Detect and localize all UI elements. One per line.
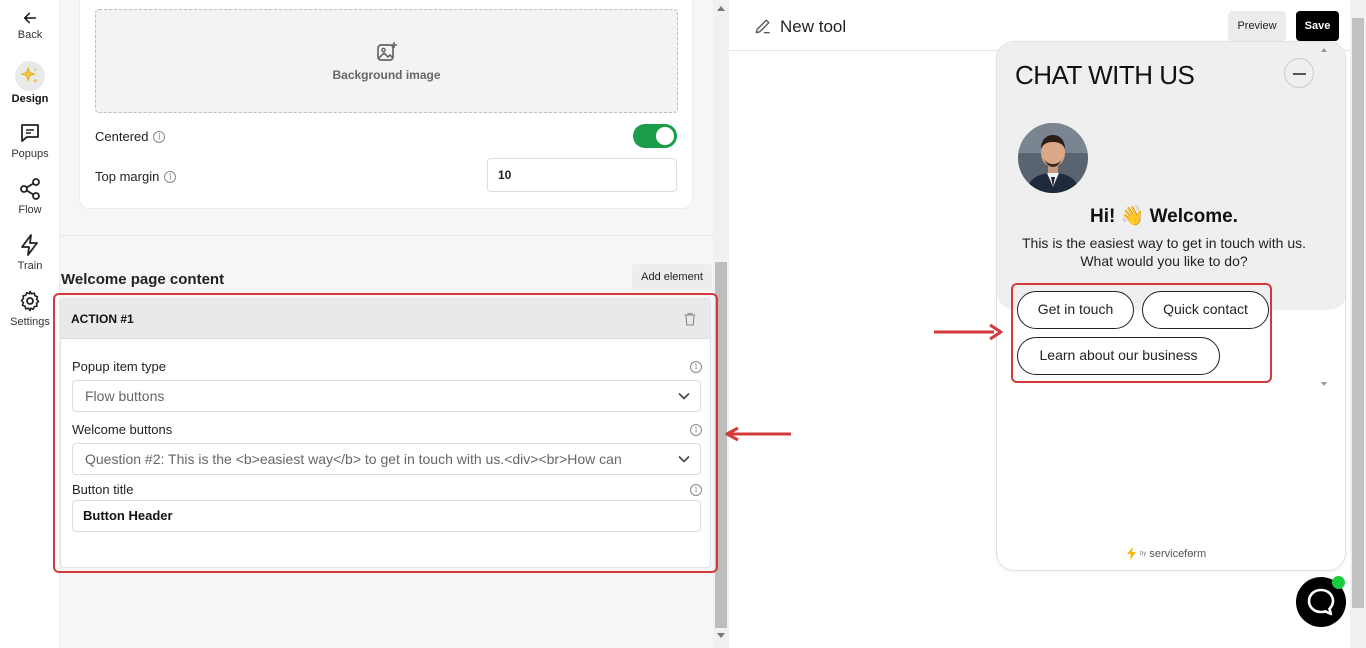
- share-nodes-icon: [20, 178, 40, 200]
- info-icon[interactable]: i: [153, 130, 166, 143]
- info-icon[interactable]: i: [164, 170, 177, 183]
- scroll-up-arrow[interactable]: [717, 6, 725, 11]
- rail-label-popups: Popups: [11, 148, 49, 160]
- rail-label-design: Design: [11, 93, 49, 105]
- welcome-greeting: Hi! 👋 Welcome.: [1090, 206, 1238, 227]
- centered-toggle[interactable]: [633, 124, 677, 148]
- save-button[interactable]: Save: [1296, 11, 1339, 41]
- rail-item-train[interactable]: Train: [0, 233, 60, 272]
- welcome-subtitle: This is the easiest way to get in touch …: [1021, 235, 1307, 269]
- arrow-left-icon: [725, 427, 791, 441]
- tool-name[interactable]: New tool: [780, 17, 846, 37]
- left-rail: Back Design Popups Flow Train Settings: [0, 0, 60, 648]
- background-settings-card: Background image Centered i Top margin i…: [79, 0, 693, 209]
- lightning-icon: [21, 234, 38, 256]
- sparkles-icon: [20, 66, 39, 84]
- widget-scroll-down-arrow[interactable]: [1321, 382, 1327, 386]
- lightning-icon: [1127, 547, 1136, 560]
- background-image-label: Background image: [332, 68, 441, 82]
- agent-photo: [1018, 123, 1088, 193]
- highlight-box-action-card: [53, 293, 718, 573]
- arrow-left-icon: [23, 12, 37, 24]
- background-image-dropzone[interactable]: Background image: [95, 9, 678, 113]
- add-element-button[interactable]: Add element: [632, 264, 712, 290]
- back-label: Back: [17, 29, 43, 41]
- chat-title: CHAT WITH US: [1015, 60, 1195, 90]
- preview-button[interactable]: Preview: [1228, 11, 1286, 41]
- chat-widget-header: CHAT WITH US Hi! 👋 Welcome. This is the …: [997, 42, 1345, 310]
- rail-item-flow[interactable]: Flow: [0, 177, 60, 216]
- online-status-dot: [1332, 576, 1345, 589]
- powered-by-prefix: by: [1140, 550, 1147, 557]
- chat-bubble-icon: [21, 124, 39, 142]
- rail-item-popups[interactable]: Popups: [0, 121, 60, 160]
- powered-by[interactable]: by servicefөrm: [1127, 547, 1206, 560]
- app-root: Back Design Popups Flow Train Settings B…: [0, 0, 1366, 648]
- minimize-button[interactable]: [1284, 58, 1314, 88]
- scroll-down-arrow[interactable]: [717, 633, 725, 638]
- centered-row: Centered i: [95, 129, 166, 144]
- pencil-icon[interactable]: [753, 16, 773, 36]
- image-add-icon: [377, 42, 397, 61]
- rail-label-settings: Settings: [10, 316, 50, 328]
- gear-icon: [20, 290, 40, 312]
- arrow-right-icon: [934, 324, 1003, 340]
- rail-item-settings[interactable]: Settings: [0, 289, 60, 328]
- top-margin-label: Top margin: [95, 169, 160, 184]
- section-title: Welcome page content: [61, 271, 225, 288]
- centered-label: Centered: [95, 129, 149, 144]
- preview-scroll-thumb[interactable]: [1352, 18, 1364, 608]
- rail-label-train: Train: [17, 260, 43, 272]
- back-button[interactable]: Back: [0, 10, 60, 41]
- top-margin-row: Top margin i: [95, 169, 177, 184]
- widget-scroll-up-arrow[interactable]: [1321, 48, 1327, 52]
- powered-by-brand: servicefөrm: [1149, 547, 1207, 560]
- avatar: [1018, 123, 1088, 193]
- rail-item-design[interactable]: Design: [0, 61, 60, 105]
- sparkles-icon-wrap: [15, 61, 45, 91]
- highlight-box-flow-buttons: [1011, 283, 1272, 383]
- rail-label-flow: Flow: [18, 204, 42, 216]
- section-divider: [60, 235, 713, 236]
- preview-scrollbar[interactable]: [1350, 0, 1366, 648]
- top-margin-input[interactable]: 10: [487, 158, 677, 192]
